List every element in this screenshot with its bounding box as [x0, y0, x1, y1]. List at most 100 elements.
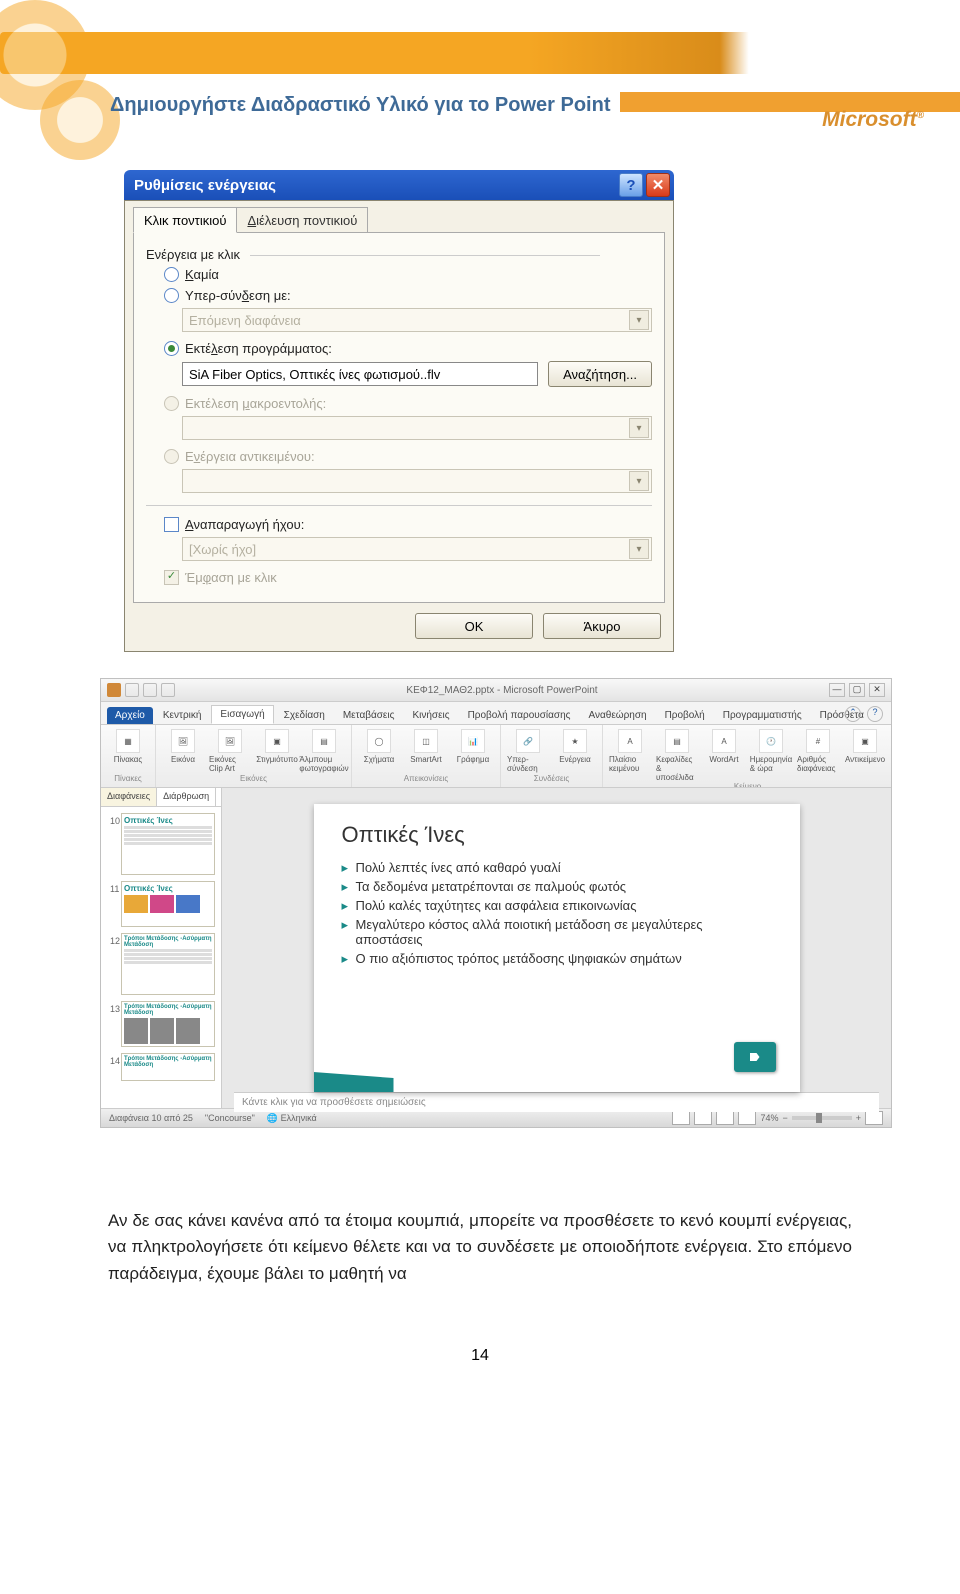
fit-to-window-icon[interactable] [865, 1111, 883, 1125]
ribbon-cmd-picture[interactable]: 🖼Εικόνα [162, 729, 204, 773]
view-slideshow-icon[interactable] [738, 1111, 756, 1125]
close-button[interactable]: ✕ [646, 173, 670, 197]
checkbox-highlight-click: Έμφαση με κλικ [146, 567, 652, 588]
powerpoint-window: ΚΕΦ12_ΜΑΘ2.pptx - Microsoft PowerPoint —… [100, 678, 892, 1128]
side-panel-tabs: Διαφάνειες Διάρθρωση ✕ [101, 788, 221, 807]
tab-mouse-over[interactable]: Διέλευση ποντικιού [237, 207, 368, 233]
radio-icon [164, 267, 179, 282]
radio-run-program[interactable]: Εκτέλεση προγράμματος: [146, 338, 652, 359]
slide-panel: Διαφάνειες Διάρθρωση ✕ 10Οπτικές Ίνες 11… [101, 788, 222, 1108]
slide-decoration [314, 1072, 394, 1092]
save-icon[interactable] [125, 683, 139, 697]
ribbon-cmd-action[interactable]: ★Ενέργεια [554, 729, 596, 773]
sound-combo: [Χωρίς ήχο]▾ [182, 537, 652, 561]
ribbon-cmd-screenshot[interactable]: ▣Στιγμιότυπο [256, 729, 298, 773]
ribbon-cmd-chart[interactable]: 📊Γράφημα [452, 729, 494, 764]
close-icon[interactable]: ✕ [869, 683, 885, 697]
minimize-ribbon-icon[interactable]: ⌃ [845, 706, 861, 722]
view-normal-icon[interactable] [672, 1111, 690, 1125]
tab-mouse-click[interactable]: Κλικ ποντικιού [133, 207, 237, 233]
tab-page: Ενέργεια με κλικ Καμία Υπερ-σύνδεση με: … [133, 232, 665, 603]
ribbon-cmd-object[interactable]: ▣Αντικείμενο [844, 729, 886, 782]
current-slide[interactable]: Οπτικές Ίνες Πολύ λεπτές ίνες από καθαρό… [314, 804, 800, 1092]
object-action-combo: ▾ [182, 469, 652, 493]
ribbon-cmd-headerfooter[interactable]: ▤Κεφαλίδες & υποσέλιδα [656, 729, 698, 782]
ok-button[interactable]: OK [415, 613, 533, 639]
ribbon-cmd-hyperlink[interactable]: 🔗Υπερ-σύνδεση [507, 729, 549, 773]
group-action-on-click: Ενέργεια με κλικ [146, 243, 652, 264]
notes-placeholder[interactable]: Κάντε κλικ για να προσθέσετε σημειώσεις [234, 1092, 879, 1112]
program-path-input[interactable]: SiA Fiber Optics, Οπτικές ίνες φωτισμού.… [182, 362, 538, 386]
dialog-body: Κλικ ποντικιού Διέλευση ποντικιού Ενέργε… [124, 200, 674, 652]
help-icon[interactable]: ? [867, 706, 883, 722]
zoom-out-icon[interactable]: − [782, 1113, 787, 1123]
page-number: 14 [0, 1347, 960, 1365]
slide-editor[interactable]: Οπτικές Ίνες Πολύ λεπτές ίνες από καθαρό… [222, 788, 891, 1108]
ribbon-tab-review[interactable]: Αναθεώρηση [580, 707, 654, 724]
sound-group: Αναπαραγωγή ήχου: [Χωρίς ήχο]▾ Έμφαση με… [146, 505, 652, 588]
radio-icon [164, 341, 179, 356]
ribbon-cmd-clipart[interactable]: 🖼Εικόνες Clip Art [209, 729, 251, 773]
macro-combo: ▾ [182, 416, 652, 440]
ribbon-tab-animations[interactable]: Κινήσεις [404, 707, 457, 724]
bullet-item: Πολύ καλές ταχύτητες και ασφάλεια επικοι… [342, 896, 772, 915]
ribbon-tab-transitions[interactable]: Μεταβάσεις [335, 707, 403, 724]
ribbon-cmd-album[interactable]: ▤Άλμπουμ φωτογραφιών [303, 729, 345, 773]
chevron-down-icon: ▾ [629, 471, 649, 491]
ribbon-tab-developer[interactable]: Προγραμματιστής [715, 707, 810, 724]
dialog-buttons: OK Άκυρο [133, 603, 665, 639]
zoom-slider[interactable] [792, 1116, 852, 1120]
undo-icon[interactable] [143, 683, 157, 697]
slide-thumbnail-13[interactable]: 13Τρόποι Μετάδοσης -Ασύρματη Μετάδοση [121, 1001, 215, 1047]
ribbon-cmd-wordart[interactable]: AWordArt [703, 729, 745, 782]
slide-thumbnail-12[interactable]: 12Τρόποι Μετάδοσης -Ασύρματη Μετάδοση [121, 933, 215, 995]
ribbon-cmd-datetime[interactable]: 🕐Ημερομηνία & ώρα [750, 729, 792, 782]
ribbon-cmd-smartart[interactable]: ◫SmartArt [405, 729, 447, 764]
ribbon: ▦ΠίνακαςΠίνακες 🖼Εικόνα 🖼Εικόνες Clip Ar… [101, 725, 891, 788]
slide-thumbnail-10[interactable]: 10Οπτικές Ίνες [121, 813, 215, 875]
dialog-tabs: Κλικ ποντικιού Διέλευση ποντικιού [133, 207, 665, 233]
view-reading-icon[interactable] [716, 1111, 734, 1125]
ribbon-tab-view[interactable]: Προβολή [657, 707, 713, 724]
radio-none[interactable]: Καμία [146, 264, 652, 285]
window-title: ΚΕΦ12_ΜΑΘ2.pptx - Microsoft PowerPoint [406, 685, 597, 696]
maximize-icon[interactable]: ▢ [849, 683, 865, 697]
radio-run-macro: Εκτέλεση μακροεντολής: [146, 393, 652, 414]
redo-icon[interactable] [161, 683, 175, 697]
checkbox-play-sound[interactable]: Αναπαραγωγή ήχου: [146, 514, 652, 535]
ribbon-tabs: Αρχείο Κεντρική Εισαγωγή Σχεδίαση Μεταβά… [101, 702, 891, 725]
view-sorter-icon[interactable] [694, 1111, 712, 1125]
minimize-icon[interactable]: — [829, 683, 845, 697]
status-theme: "Concourse" [205, 1113, 255, 1124]
document-header: Δημιουργήστε Διαδραστικό Υλικό για το Po… [0, 0, 960, 150]
dialog-titlebar[interactable]: Ρυθμίσεις ενέργειας ? ✕ [124, 170, 674, 200]
ribbon-tab-file[interactable]: Αρχείο [107, 707, 153, 724]
browse-button[interactable]: Αναζήτηση... [548, 361, 652, 387]
help-button[interactable]: ? [619, 173, 643, 197]
tab-outline[interactable]: Διάρθρωση [157, 788, 216, 806]
ribbon-cmd-table[interactable]: ▦Πίνακας [107, 729, 149, 764]
chevron-down-icon: ▾ [629, 539, 649, 559]
cancel-button[interactable]: Άκυρο [543, 613, 661, 639]
ribbon-tab-home[interactable]: Κεντρική [155, 707, 210, 724]
slide-thumbnail-11[interactable]: 11Οπτικές Ίνες [121, 881, 215, 927]
radio-hyperlink[interactable]: Υπερ-σύνδεση με: [146, 285, 652, 306]
slide-thumbnail-14[interactable]: 14Τρόποι Μετάδοσης -Ασύρματη Μετάδοση [121, 1053, 215, 1081]
microsoft-logo: Microsoft [822, 108, 924, 132]
video-action-button[interactable] [734, 1042, 776, 1072]
ribbon-cmd-textbox[interactable]: AΠλαίσιο κειμένου [609, 729, 651, 782]
ribbon-tab-insert[interactable]: Εισαγωγή [211, 705, 273, 724]
pp-workspace: Διαφάνειες Διάρθρωση ✕ 10Οπτικές Ίνες 11… [101, 788, 891, 1108]
status-language[interactable]: 🌐 Ελληνικά [267, 1113, 317, 1124]
tab-slides[interactable]: Διαφάνειες [101, 788, 157, 806]
zoom-in-icon[interactable]: + [856, 1113, 861, 1123]
radio-icon [164, 449, 179, 464]
chevron-down-icon: ▾ [629, 310, 649, 330]
ribbon-tab-design[interactable]: Σχεδίαση [276, 707, 333, 724]
ribbon-tab-slideshow[interactable]: Προβολή παρουσίασης [460, 707, 579, 724]
quick-access-toolbar[interactable] [107, 683, 175, 697]
ribbon-cmd-shapes[interactable]: ◯Σχήματα [358, 729, 400, 764]
radio-icon [164, 288, 179, 303]
ribbon-cmd-slidenumber[interactable]: #Αριθμός διαφάνειας [797, 729, 839, 782]
slide-bullets: Πολύ λεπτές ίνες από καθαρό γυαλί Τα δεδ… [342, 858, 772, 968]
